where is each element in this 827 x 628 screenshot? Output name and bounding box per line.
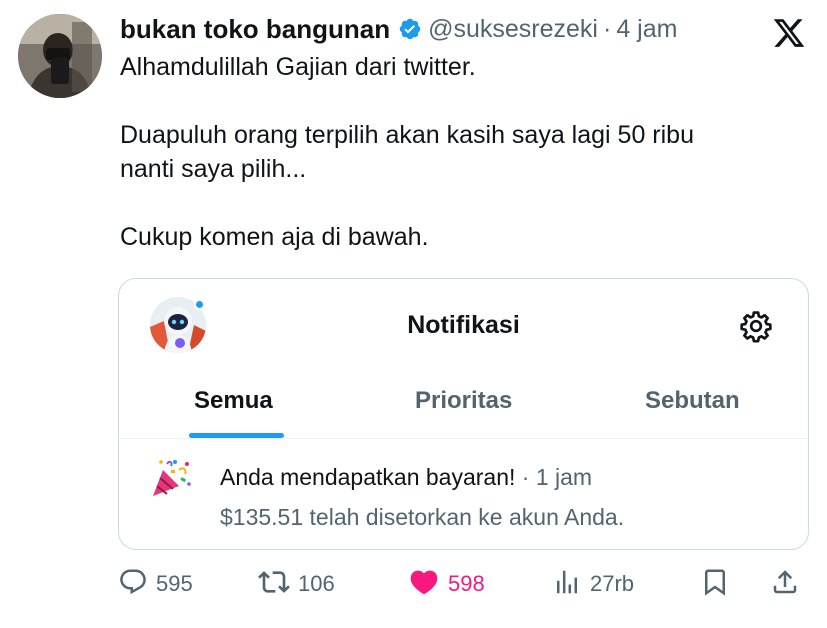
retweet-count: 106 bbox=[298, 571, 335, 596]
like-button[interactable]: 598 bbox=[408, 566, 485, 602]
tweet-timestamp[interactable]: 4 jam bbox=[616, 15, 677, 44]
notification-time: 1 jam bbox=[535, 464, 593, 490]
reply-button[interactable]: 595 bbox=[118, 566, 193, 602]
views-button[interactable]: 27rb bbox=[552, 566, 634, 602]
x-logo-icon bbox=[771, 16, 807, 50]
tweet-actions: 595 106 598 27rb bbox=[0, 562, 827, 606]
verified-badge-icon[interactable] bbox=[398, 17, 422, 41]
notification-title-line: Anda mendapatkan bayaran! · 1 jam bbox=[220, 464, 592, 491]
bookmark-icon bbox=[700, 567, 730, 602]
author-avatar[interactable] bbox=[18, 14, 102, 98]
share-icon bbox=[770, 567, 800, 602]
reply-icon bbox=[118, 567, 148, 602]
party-popper-icon bbox=[149, 456, 193, 500]
notification-item[interactable]: Anda mendapatkan bayaran! · 1 jam $135.5… bbox=[119, 442, 808, 542]
reply-count: 595 bbox=[156, 571, 193, 596]
tab-sebutan[interactable]: Sebutan bbox=[645, 387, 740, 415]
notifications-title: Notifikasi bbox=[407, 311, 520, 339]
notification-title: Anda mendapatkan bayaran! bbox=[220, 464, 516, 490]
retweet-icon bbox=[258, 566, 290, 603]
views-icon bbox=[552, 567, 582, 602]
heart-icon bbox=[408, 566, 440, 603]
retweet-button[interactable]: 106 bbox=[258, 566, 335, 602]
like-count: 598 bbox=[448, 571, 485, 596]
tweet-line: Duapuluh orang terpilih akan kasih saya … bbox=[120, 121, 694, 149]
author-display-name[interactable]: bukan toko bangunan bbox=[120, 14, 390, 45]
tweet-header: bukan toko bangunan @suksesrezeki · 4 ja… bbox=[120, 12, 677, 46]
views-count: 27rb bbox=[590, 571, 635, 596]
tweet-line: nanti saya pilih... bbox=[120, 155, 307, 183]
tweet-line: Alhamdulillah Gajian dari twitter. bbox=[120, 53, 476, 81]
attached-image-card[interactable]: Notifikasi Semua Prioritas Sebutan Anda … bbox=[118, 278, 809, 550]
tab-prioritas[interactable]: Prioritas bbox=[415, 387, 512, 415]
notification-body: $135.51 telah disetorkan ke akun Anda. bbox=[220, 504, 625, 530]
author-handle[interactable]: @suksesrezeki bbox=[428, 15, 598, 44]
notification-tabs: Semua Prioritas Sebutan bbox=[119, 379, 808, 439]
tweet-line: Cukup komen aja di bawah. bbox=[120, 223, 429, 251]
tab-semua[interactable]: Semua bbox=[194, 387, 273, 415]
header-separator: · bbox=[602, 14, 612, 43]
notification-separator: · bbox=[521, 464, 530, 490]
gear-icon[interactable] bbox=[739, 309, 773, 343]
bookmark-button[interactable] bbox=[700, 566, 730, 602]
unread-dot bbox=[194, 299, 205, 310]
tweet-text: Alhamdulillah Gajian dari twitter. Duapu… bbox=[120, 50, 810, 254]
active-tab-indicator bbox=[189, 433, 284, 438]
share-button[interactable] bbox=[770, 566, 800, 602]
